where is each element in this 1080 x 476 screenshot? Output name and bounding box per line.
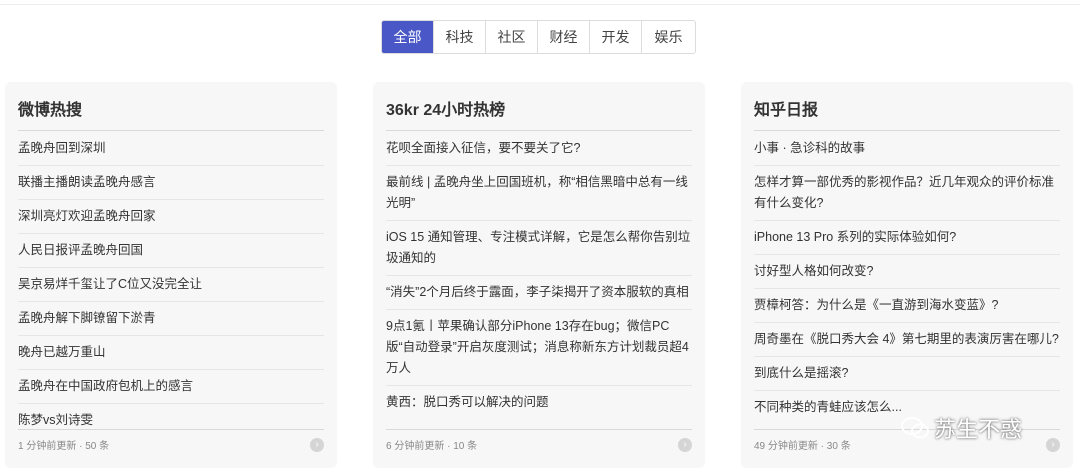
arrow-right-icon[interactable]: › bbox=[678, 437, 692, 452]
list-item[interactable]: 孟晚舟回到深圳 bbox=[18, 132, 324, 166]
tab-entertainment[interactable]: 娱乐 bbox=[642, 21, 695, 53]
card-footer: 6 分钟前更新 · 10 条 › bbox=[386, 429, 692, 459]
card-title: 微博热搜 bbox=[18, 96, 324, 131]
update-status: 1 分钟前更新 · 50 条 bbox=[18, 441, 110, 452]
card-title: 36kr 24小时热榜 bbox=[386, 96, 692, 131]
card-36kr-hot: 36kr 24小时热榜 花呗全面接入征信，要不要关了它? 最前线 | 孟晚舟坐上… bbox=[373, 82, 705, 468]
list-item[interactable]: 贾樟柯答：为什么是《一直游到海水变蓝》? bbox=[754, 289, 1060, 323]
list-item[interactable]: 9点1氪丨苹果确认部分iPhone 13存在bug；微信PC版“自动登录”开启灰… bbox=[386, 310, 692, 386]
arrow-right-icon[interactable]: › bbox=[310, 437, 324, 452]
hot-list: 小事 · 急诊科的故事 怎样才算一部优秀的影视作品？近几年观众的评价标准有什么变… bbox=[754, 132, 1060, 420]
list-item[interactable]: 孟晚舟在中国政府包机上的感言 bbox=[18, 370, 324, 404]
card-weibo-hot: 微博热搜 孟晚舟回到深圳 联播主播朗读孟晚舟感言 深圳亮灯欢迎孟晚舟回家 人民日… bbox=[5, 82, 337, 468]
list-item[interactable]: 联播主播朗读孟晚舟感言 bbox=[18, 166, 324, 200]
tab-tech[interactable]: 科技 bbox=[434, 21, 486, 53]
list-item[interactable]: 深圳亮灯欢迎孟晚舟回家 bbox=[18, 200, 324, 234]
tab-dev[interactable]: 开发 bbox=[590, 21, 642, 53]
update-status: 6 分钟前更新 · 10 条 bbox=[386, 441, 478, 452]
hot-list: 花呗全面接入征信，要不要关了它? 最前线 | 孟晚舟坐上回国班机，称“相信黑暗中… bbox=[386, 132, 692, 419]
list-item[interactable]: 小事 · 急诊科的故事 bbox=[754, 132, 1060, 166]
category-tabs: 全部 科技 社区 财经 开发 娱乐 bbox=[381, 20, 696, 54]
list-item[interactable]: 黄西：脱口秀可以解决的问题 bbox=[386, 386, 692, 419]
tab-all[interactable]: 全部 bbox=[382, 21, 434, 53]
list-item[interactable]: iOS 15 通知管理、专注模式详解，它是怎么帮你告别垃圾通知的 bbox=[386, 221, 692, 276]
list-item[interactable]: 怎样才算一部优秀的影视作品？近几年观众的评价标准有什么变化? bbox=[754, 166, 1060, 221]
list-item[interactable]: iPhone 13 Pro 系列的实际体验如何? bbox=[754, 221, 1060, 255]
list-item[interactable]: 讨好型人格如何改变? bbox=[754, 255, 1060, 289]
card-zhihu-daily: 知乎日报 小事 · 急诊科的故事 怎样才算一部优秀的影视作品？近几年观众的评价标… bbox=[741, 82, 1073, 468]
card-footer: 1 分钟前更新 · 50 条 › bbox=[18, 429, 324, 459]
arrow-right-icon[interactable]: › bbox=[1046, 437, 1060, 452]
list-item[interactable]: “消失”2个月后终于露面，李子柒揭开了资本服软的真相 bbox=[386, 276, 692, 310]
hot-list: 孟晚舟回到深圳 联播主播朗读孟晚舟感言 深圳亮灯欢迎孟晚舟回家 人民日报评孟晚舟… bbox=[18, 132, 324, 437]
list-item[interactable]: 吴京易烊千玺让了C位又没完全让 bbox=[18, 268, 324, 302]
list-item[interactable]: 最前线 | 孟晚舟坐上回国班机，称“相信黑暗中总有一线光明” bbox=[386, 166, 692, 221]
tab-finance[interactable]: 财经 bbox=[538, 21, 590, 53]
list-item[interactable]: 人民日报评孟晚舟回国 bbox=[18, 234, 324, 268]
list-item[interactable]: 晚舟已越万重山 bbox=[18, 336, 324, 370]
list-item[interactable]: 周奇墨在《脱口秀大会 4》第七期里的表演厉害在哪儿? bbox=[754, 323, 1060, 357]
top-divider bbox=[0, 4, 1080, 5]
card-title: 知乎日报 bbox=[754, 96, 1060, 131]
list-item[interactable]: 到底什么是摇滚? bbox=[754, 357, 1060, 391]
update-status: 49 分钟前更新 · 30 条 bbox=[754, 441, 851, 452]
list-item[interactable]: 不同种类的青蛙应该怎么... bbox=[754, 391, 1060, 420]
list-item[interactable]: 花呗全面接入征信，要不要关了它? bbox=[386, 132, 692, 166]
card-footer: 49 分钟前更新 · 30 条 › bbox=[754, 429, 1060, 459]
list-item[interactable]: 孟晚舟解下脚镣留下淤青 bbox=[18, 302, 324, 336]
tab-community[interactable]: 社区 bbox=[486, 21, 538, 53]
